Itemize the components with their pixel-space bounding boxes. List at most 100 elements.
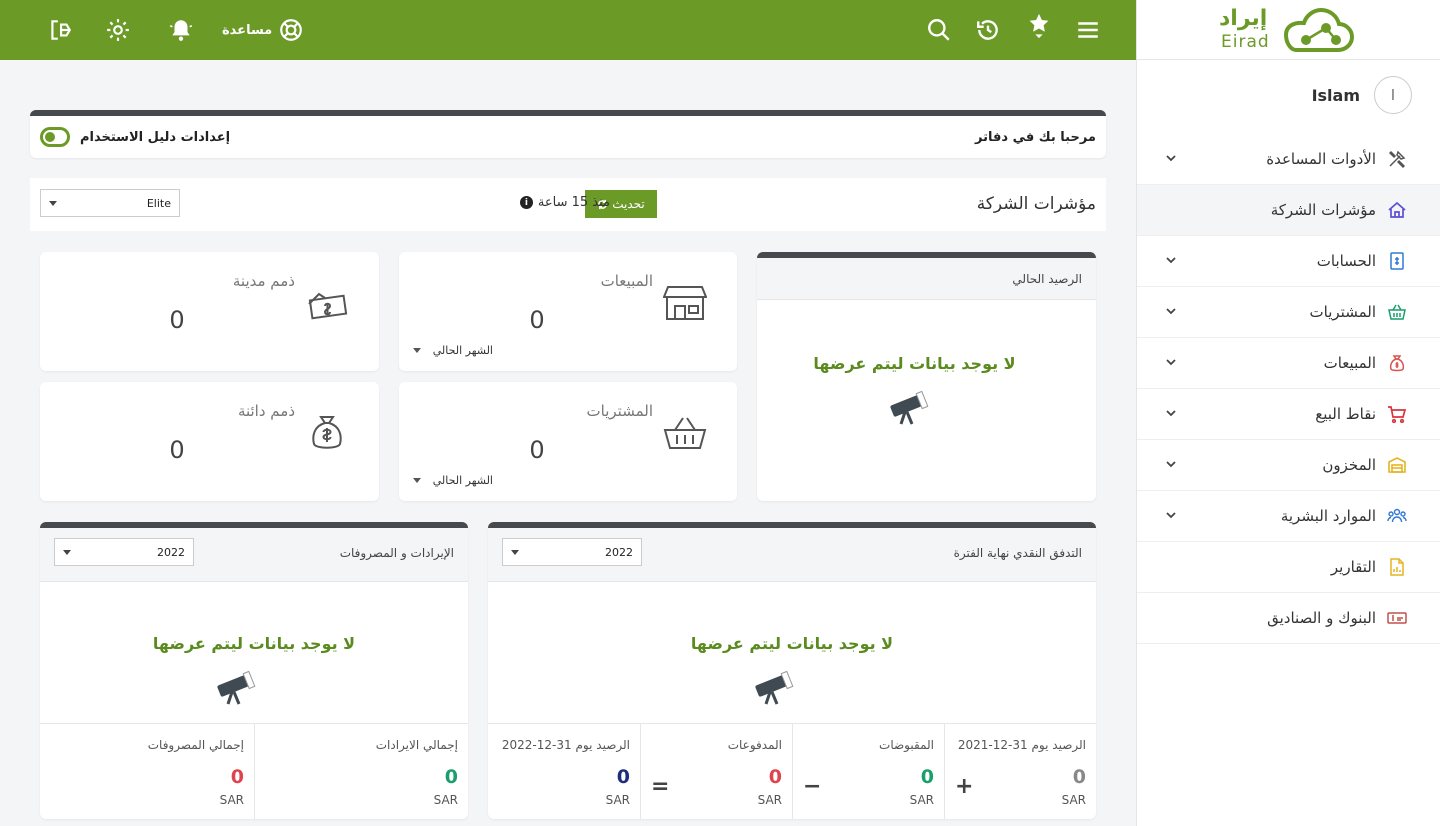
receivables-label: ذمم مدينة bbox=[232, 272, 295, 290]
opening-balance-value: 0 bbox=[1072, 766, 1086, 788]
sidebar-item-label: مؤشرات الشركة bbox=[1270, 201, 1376, 219]
purchases-stat-card: المشتريات 0 الشهر الحالي bbox=[399, 382, 737, 501]
currency: SAR bbox=[605, 793, 630, 807]
telescope-icon bbox=[217, 670, 256, 705]
brand-name-en: Eirad bbox=[1221, 32, 1270, 52]
refresh-label: تحديث bbox=[612, 197, 645, 211]
total-expenses-label: إجمالي المصروفات bbox=[147, 738, 244, 752]
sidebar-item-sales[interactable]: المبيعات bbox=[1137, 338, 1440, 389]
user-guide-toggle[interactable] bbox=[40, 127, 70, 147]
sidebar-item-accounts[interactable]: الحسابات bbox=[1137, 236, 1440, 287]
hamburger-menu-icon[interactable] bbox=[1070, 12, 1106, 48]
current-balance-title: الرصيد الحالي bbox=[1012, 272, 1082, 286]
currency: SAR bbox=[219, 793, 244, 807]
sales-label: المبيعات bbox=[600, 272, 653, 290]
brand-name-ar: إيراد bbox=[1219, 6, 1268, 31]
sidebar-item-label: نقاط البيع bbox=[1315, 405, 1376, 423]
sales-period[interactable]: الشهر الحالي bbox=[433, 344, 493, 357]
sidebar-menu: الأدوات المساعدة مؤشرات الشركة الحسابات … bbox=[1137, 134, 1440, 644]
sidebar-item-inventory[interactable]: المخزون bbox=[1137, 440, 1440, 491]
cash-flow-year-value: 2022 bbox=[605, 545, 633, 559]
minus-operator: − bbox=[803, 774, 822, 799]
current-balance-card: الرصيد الحالي لا يوجد بيانات ليتم عرضها bbox=[757, 252, 1096, 501]
help-button[interactable]: مساعدة bbox=[222, 14, 304, 46]
cart-icon bbox=[1386, 403, 1408, 425]
receivables-stat-card: ذمم مدينة 0 bbox=[40, 252, 379, 371]
sidebar-item-reports[interactable]: التقارير bbox=[1137, 542, 1440, 593]
branch-select-value: Elite bbox=[146, 196, 171, 210]
sidebar-item-purchases[interactable]: المشتريات bbox=[1137, 287, 1440, 338]
chevron-down-icon bbox=[1166, 155, 1176, 162]
sales-stat-card: المبيعات 0 الشهر الحالي bbox=[399, 252, 737, 371]
kpi-title: مؤشرات الشركة bbox=[976, 194, 1096, 214]
info-icon: i bbox=[519, 196, 533, 209]
sidebar-item-label: التقارير bbox=[1330, 558, 1376, 576]
caret-down-icon bbox=[63, 550, 71, 555]
opening-balance: الرصيد يوم 31-12-2021 0 SAR + bbox=[944, 724, 1096, 819]
users-icon bbox=[1386, 505, 1408, 527]
sidebar-item-banks[interactable]: البنوك و الصناديق bbox=[1137, 593, 1440, 644]
tools-icon bbox=[1386, 148, 1408, 170]
purchases-label: المشتريات bbox=[586, 402, 653, 420]
sidebar-item-tools[interactable]: الأدوات المساعدة bbox=[1137, 134, 1440, 185]
chevron-down-icon bbox=[1166, 257, 1176, 264]
logo[interactable]: إيراد Eirad bbox=[1137, 0, 1440, 60]
receivables-value: 0 bbox=[169, 306, 185, 334]
payments-value: 0 bbox=[768, 766, 782, 788]
history-icon[interactable] bbox=[970, 12, 1006, 48]
user-guide-settings: إعدادات دليل الاستخدام bbox=[40, 127, 230, 147]
favorites-star-icon[interactable] bbox=[1021, 8, 1057, 44]
user-guide-label: إعدادات دليل الاستخدام bbox=[80, 129, 231, 145]
income-expenses-title: الإيرادات و المصروفات bbox=[339, 546, 454, 560]
sidebar-item-label: الموارد البشرية bbox=[1280, 507, 1376, 525]
no-data-message: لا يوجد بيانات ليتم عرضها bbox=[813, 354, 1016, 373]
receipts: المقبوضات 0 SAR − bbox=[792, 724, 944, 819]
plus-operator: + bbox=[955, 774, 974, 799]
last-updated: منذ 15 ساعة i bbox=[519, 195, 610, 210]
warehouse-icon bbox=[1386, 454, 1408, 476]
home-icon bbox=[1386, 199, 1408, 221]
sidebar-item-label: الأدوات المساعدة bbox=[1266, 150, 1376, 168]
sidebar-item-pos[interactable]: نقاط البيع bbox=[1137, 389, 1440, 440]
income-year-select[interactable]: 2022 bbox=[54, 538, 194, 566]
help-label: مساعدة bbox=[222, 22, 273, 38]
chevron-down-icon bbox=[1166, 461, 1176, 468]
opening-balance-label: الرصيد يوم 31-12-2021 bbox=[957, 738, 1086, 752]
panel-header: التدفق النقدي نهاية الفترة 2022 bbox=[488, 528, 1096, 582]
panel-header: الرصيد الحالي bbox=[757, 258, 1096, 300]
avatar: I bbox=[1374, 76, 1412, 114]
currency: SAR bbox=[909, 793, 934, 807]
branch-select[interactable]: Elite bbox=[40, 189, 180, 217]
closing-balance-label: الرصيد يوم 31-12-2022 bbox=[501, 738, 630, 752]
caret-down-icon bbox=[49, 201, 57, 206]
income-expenses-card: الإيرادات و المصروفات 2022 لا يوجد بيانا… bbox=[40, 522, 468, 819]
user-profile[interactable]: Islam I bbox=[1312, 76, 1412, 114]
cash-flow-title: التدفق النقدي نهاية الفترة bbox=[953, 546, 1082, 560]
welcome-card: مرحبا بك في دفاتر إعدادات دليل الاستخدام bbox=[30, 110, 1106, 158]
panel-header: الإيرادات و المصروفات 2022 bbox=[40, 528, 468, 582]
telescope-icon bbox=[890, 390, 929, 425]
lifebuoy-icon bbox=[280, 19, 303, 41]
search-icon[interactable] bbox=[921, 12, 957, 48]
cloud-logo-icon bbox=[1283, 8, 1354, 52]
no-data-message: لا يوجد بيانات ليتم عرضها bbox=[690, 634, 894, 653]
user-name: Islam bbox=[1311, 85, 1360, 105]
bell-icon[interactable] bbox=[163, 12, 199, 48]
accounts-icon bbox=[1386, 250, 1408, 272]
sales-value: 0 bbox=[529, 306, 545, 334]
chevron-down-icon bbox=[1166, 359, 1176, 366]
purchases-period[interactable]: الشهر الحالي bbox=[433, 474, 493, 487]
sidebar-item-label: المشتريات bbox=[1309, 303, 1376, 321]
last-updated-label: منذ 15 ساعة bbox=[537, 195, 610, 210]
payables-value: 0 bbox=[169, 436, 185, 464]
total-expenses-value: 0 bbox=[230, 766, 244, 788]
gear-icon[interactable] bbox=[100, 12, 136, 48]
chevron-down-icon bbox=[1166, 308, 1176, 315]
cash-flow-year-select[interactable]: 2022 bbox=[502, 538, 642, 566]
sidebar-item-hr[interactable]: الموارد البشرية bbox=[1137, 491, 1440, 542]
caret-down-icon bbox=[511, 550, 519, 555]
logout-icon[interactable] bbox=[42, 12, 78, 48]
sidebar-item-company-kpis[interactable]: مؤشرات الشركة bbox=[1137, 185, 1440, 236]
caret-down-icon[interactable] bbox=[413, 348, 421, 353]
caret-down-icon[interactable] bbox=[413, 478, 421, 483]
